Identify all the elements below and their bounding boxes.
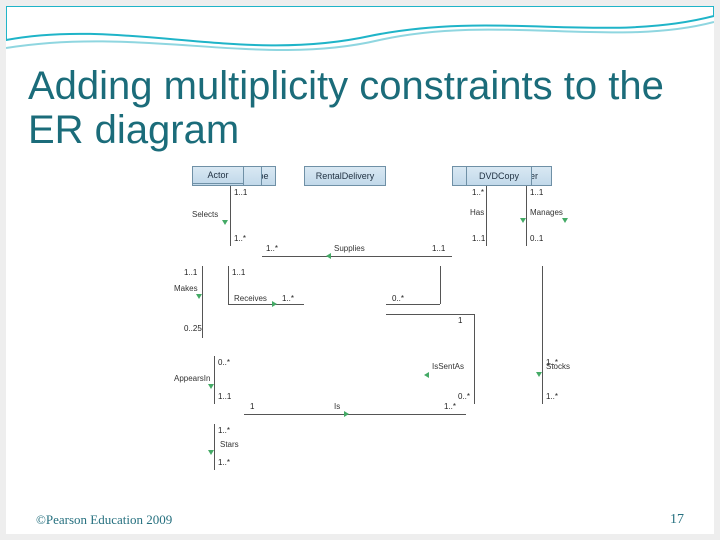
line [228, 266, 229, 304]
line [440, 266, 441, 304]
copyright: ©Pearson Education 2009 [36, 512, 172, 528]
arrow-icon [326, 253, 331, 259]
header-wave [6, 6, 714, 62]
entity-actor: Actor [192, 166, 244, 184]
arrow-icon [222, 220, 228, 225]
mult: 0..* [392, 294, 404, 303]
arrow-icon [536, 372, 542, 377]
mult: 1..* [444, 402, 456, 411]
mult: 1 [458, 316, 462, 325]
arrow-icon [424, 372, 429, 378]
line [228, 304, 304, 305]
arrow-icon [272, 301, 277, 307]
entity-dvd-copy: DVDCopy [466, 166, 532, 186]
mult: 1..1 [218, 392, 231, 401]
mult: 0..* [218, 358, 230, 367]
line [230, 186, 231, 246]
slide: Adding multiplicity constraints to the E… [0, 0, 720, 540]
mult: 1..* [472, 188, 484, 197]
mult: 1..* [218, 426, 230, 435]
line [486, 186, 487, 246]
er-diagram: MembershipType Staff Member Distribution… [174, 166, 574, 496]
rel-stars: Stars [220, 440, 239, 449]
line [542, 266, 543, 404]
line [214, 356, 215, 404]
rel-receives: Receives [234, 294, 267, 303]
line [526, 186, 527, 246]
mult: 0..* [458, 392, 470, 401]
mult: 1..1 [234, 188, 247, 197]
arrow-icon [208, 450, 214, 455]
mult: 1..* [282, 294, 294, 303]
mult: 1 [250, 402, 254, 411]
arrow-icon [520, 218, 526, 223]
line [244, 414, 466, 415]
page-title: Adding multiplicity constraints to the E… [28, 64, 692, 152]
mult: 1..1 [232, 268, 245, 277]
line [202, 266, 203, 338]
mult: 1..1 [472, 234, 485, 243]
line [386, 304, 440, 305]
mult: 1..* [546, 392, 558, 401]
mult: 1..* [218, 458, 230, 467]
rel-has: Has [470, 208, 484, 217]
mult: 1..1 [184, 268, 197, 277]
entity-rental-delivery: RentalDelivery [304, 166, 386, 186]
arrow-icon [196, 294, 202, 299]
line [262, 256, 452, 257]
rel-is: Is [334, 402, 340, 411]
rel-selects: Selects [192, 210, 218, 219]
arrow-icon [208, 384, 214, 389]
mult: 0..25 [184, 324, 202, 333]
mult: 1..1 [432, 244, 445, 253]
footer: ©Pearson Education 2009 17 [36, 512, 684, 528]
line [386, 314, 474, 315]
mult: 0..1 [530, 234, 543, 243]
rel-supplies: Supplies [334, 244, 365, 253]
rel-manages: Manages [530, 208, 563, 217]
line [474, 314, 475, 404]
arrow-icon [344, 411, 349, 417]
rel-stocks: Stocks [546, 362, 570, 371]
mult: 1..1 [530, 188, 543, 197]
rel-is-sent-as: IsSentAs [432, 362, 464, 371]
page-number: 17 [670, 512, 684, 528]
mult: 1..* [266, 244, 278, 253]
line [214, 424, 215, 470]
arrow-icon [562, 218, 568, 223]
rel-appears-in: AppearsIn [174, 374, 210, 383]
mult: 1..* [234, 234, 246, 243]
rel-makes: Makes [174, 284, 198, 293]
